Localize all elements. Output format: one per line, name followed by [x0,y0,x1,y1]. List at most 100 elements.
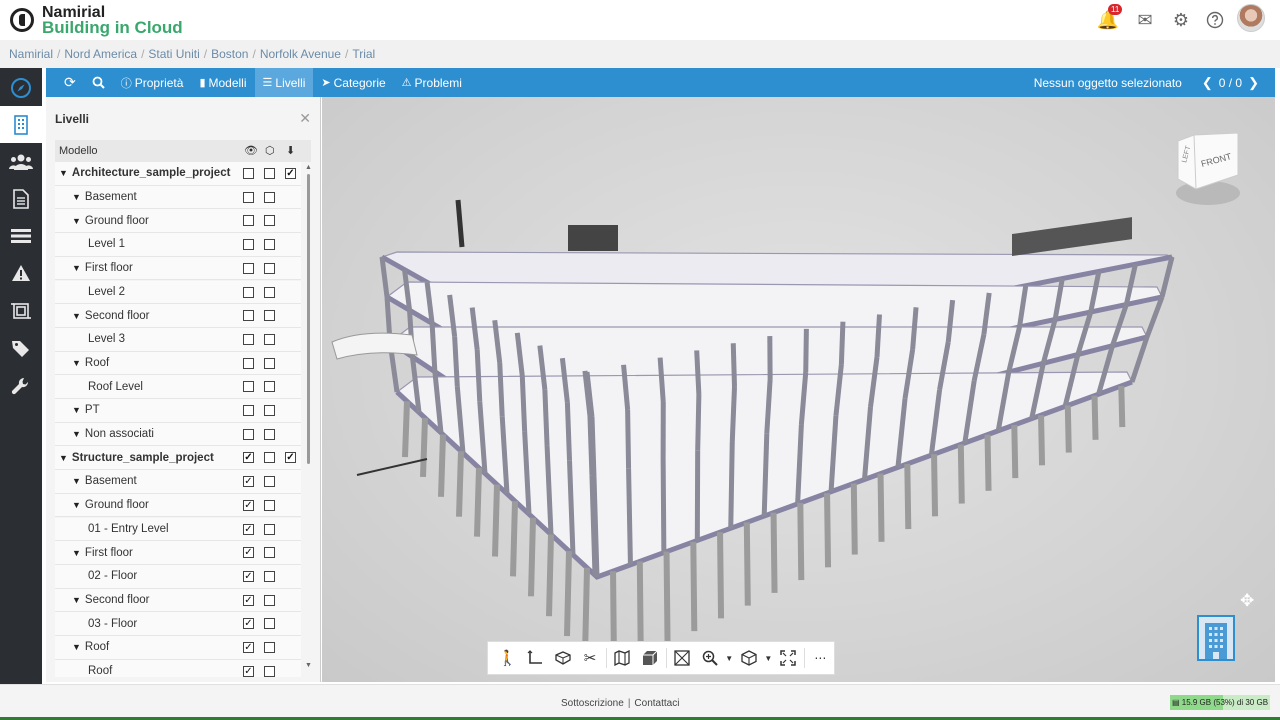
visibility-checkbox[interactable] [243,333,254,345]
model-browser-button[interactable] [1197,615,1235,661]
visibility-checkbox[interactable] [243,310,254,322]
visibility-checkbox[interactable] [243,286,254,298]
scroll-thumb[interactable] [307,174,310,464]
fullscreen-button[interactable] [774,645,801,671]
nav-frame[interactable] [0,292,42,329]
zoom-button[interactable] [696,645,723,671]
isolate-checkbox[interactable] [264,618,275,630]
load-checkbox[interactable]: ✓ [285,168,296,179]
breadcrumb-current[interactable]: Trial [352,47,375,61]
isolate-checkbox[interactable] [264,381,275,393]
visibility-checkbox[interactable]: ✓ [243,665,254,677]
help-button[interactable] [1203,8,1227,32]
nav-tags[interactable] [0,330,42,367]
visibility-checkbox[interactable] [243,168,254,179]
tree-row[interactable]: Level 3 [55,327,301,352]
isolate-checkbox[interactable] [264,594,275,606]
tree-row[interactable]: ▼ First floor [55,256,301,281]
visibility-checkbox[interactable] [243,262,254,274]
caret-down-icon[interactable]: ▼ [72,263,81,273]
close-icon[interactable]: ✕ [299,110,311,127]
tree-row[interactable]: 02 - Floor ✓ [55,564,301,589]
tree-row[interactable]: ▼ Second floor [55,304,301,328]
nav-issues[interactable] [0,254,42,291]
walk-mode-button[interactable]: 🚶 [494,645,521,671]
tab-categorie[interactable]: ➤ Categorie [313,68,393,97]
zoom-dropdown-button[interactable]: ▼ [723,645,735,671]
visibility-checkbox[interactable] [243,239,254,251]
user-avatar[interactable] [1237,4,1265,32]
app-logo[interactable]: Namirial Building in Cloud [10,3,183,37]
isolate-checkbox[interactable] [264,547,275,559]
nav-building[interactable] [0,106,42,143]
measure-button[interactable] [521,645,548,671]
tree-row[interactable]: Level 1 [55,233,301,257]
isolate-checkbox[interactable] [264,191,275,203]
tree-row[interactable]: ▼ Basement ✓ [55,470,301,494]
contacts-link[interactable]: Contattaci [634,698,679,709]
messages-button[interactable]: ✉ [1133,8,1157,32]
visibility-checkbox[interactable] [243,405,254,416]
caret-down-icon[interactable]: ▼ [72,548,81,558]
viewcube[interactable]: LEFT FRONT [1174,133,1240,209]
visibility-checkbox[interactable]: ✓ [243,499,254,511]
nav-explore[interactable] [0,69,42,106]
isolate-checkbox[interactable] [264,476,275,488]
download-icon[interactable]: ⬇ [286,144,295,157]
caret-down-icon[interactable]: ▼ [72,642,81,652]
isolate-checkbox[interactable] [264,310,275,322]
caret-down-icon[interactable]: ▼ [72,476,81,486]
tree-row[interactable]: ▼ Ground floor [55,209,301,234]
tree-row[interactable]: ▼ Basement [55,185,301,210]
tree-scrollbar[interactable]: ▲ ▼ [305,164,312,672]
breadcrumb-item[interactable]: Norfolk Avenue [260,47,341,61]
visibility-checkbox[interactable] [243,191,254,203]
isolate-checkbox[interactable] [264,168,275,179]
isolate-checkbox[interactable] [264,262,275,274]
tree-row[interactable]: ▼ Roof [55,351,301,376]
isolate-checkbox[interactable] [264,333,275,345]
3d-viewport[interactable]: LEFT FRONT ✥ 🚶 ✂ ▼ ▼ ⋯ [322,97,1275,682]
isolate-checkbox[interactable] [264,239,275,251]
tree-row[interactable]: Roof ✓ [55,659,301,677]
isolate-checkbox[interactable] [264,405,275,416]
tree-row[interactable]: ▼ Architecture_sample_project ✓ [55,162,301,186]
visibility-checkbox[interactable] [243,428,254,440]
visibility-checkbox[interactable]: ✓ [243,570,254,582]
isolate-checkbox[interactable] [264,286,275,298]
tree-row[interactable]: ▼ Roof ✓ [55,636,301,660]
tab-proprieta[interactable]: ⓘ Proprietà [113,68,192,97]
subscription-link[interactable]: Sottoscrizione [561,698,624,709]
caret-down-icon[interactable]: ▼ [72,429,81,439]
section-plane-button[interactable] [549,645,576,671]
isolate-checkbox[interactable] [264,570,275,582]
tree-row[interactable]: 01 - Entry Level ✓ [55,517,301,542]
settings-button[interactable]: ⚙ [1169,8,1193,32]
visibility-checkbox[interactable]: ✓ [243,547,254,559]
isolate-checkbox[interactable] [264,215,275,227]
visibility-checkbox[interactable]: ✓ [243,476,254,488]
nav-documents[interactable] [0,180,42,217]
caret-down-icon[interactable]: ▼ [59,453,68,463]
isolate-checkbox[interactable] [264,642,275,653]
breadcrumb-item[interactable]: Stati Uniti [148,47,199,61]
visibility-checkbox[interactable] [243,215,254,227]
tab-modelli[interactable]: ▮ Modelli [191,68,254,97]
pan-icon[interactable]: ✥ [1240,591,1254,611]
visibility-checkbox[interactable] [243,381,254,393]
caret-down-icon[interactable]: ▼ [72,595,81,605]
eye-icon[interactable]: 👁 [244,144,258,157]
visibility-checkbox[interactable]: ✓ [243,452,254,464]
tree-row[interactable]: ▼ PT [55,399,301,423]
more-options-button[interactable]: ⋯ [807,645,834,671]
nav-users[interactable] [0,143,42,180]
isolate-checkbox[interactable] [264,665,275,677]
view-mode-button[interactable] [735,645,762,671]
tree-row[interactable]: Roof Level [55,375,301,399]
scroll-down-icon[interactable]: ▼ [305,662,312,669]
caret-down-icon[interactable]: ▼ [72,192,81,202]
isolate-checkbox[interactable] [264,452,275,464]
load-checkbox[interactable]: ✓ [285,452,296,464]
isolate-checkbox[interactable] [264,357,275,369]
caret-down-icon[interactable]: ▼ [59,168,68,178]
